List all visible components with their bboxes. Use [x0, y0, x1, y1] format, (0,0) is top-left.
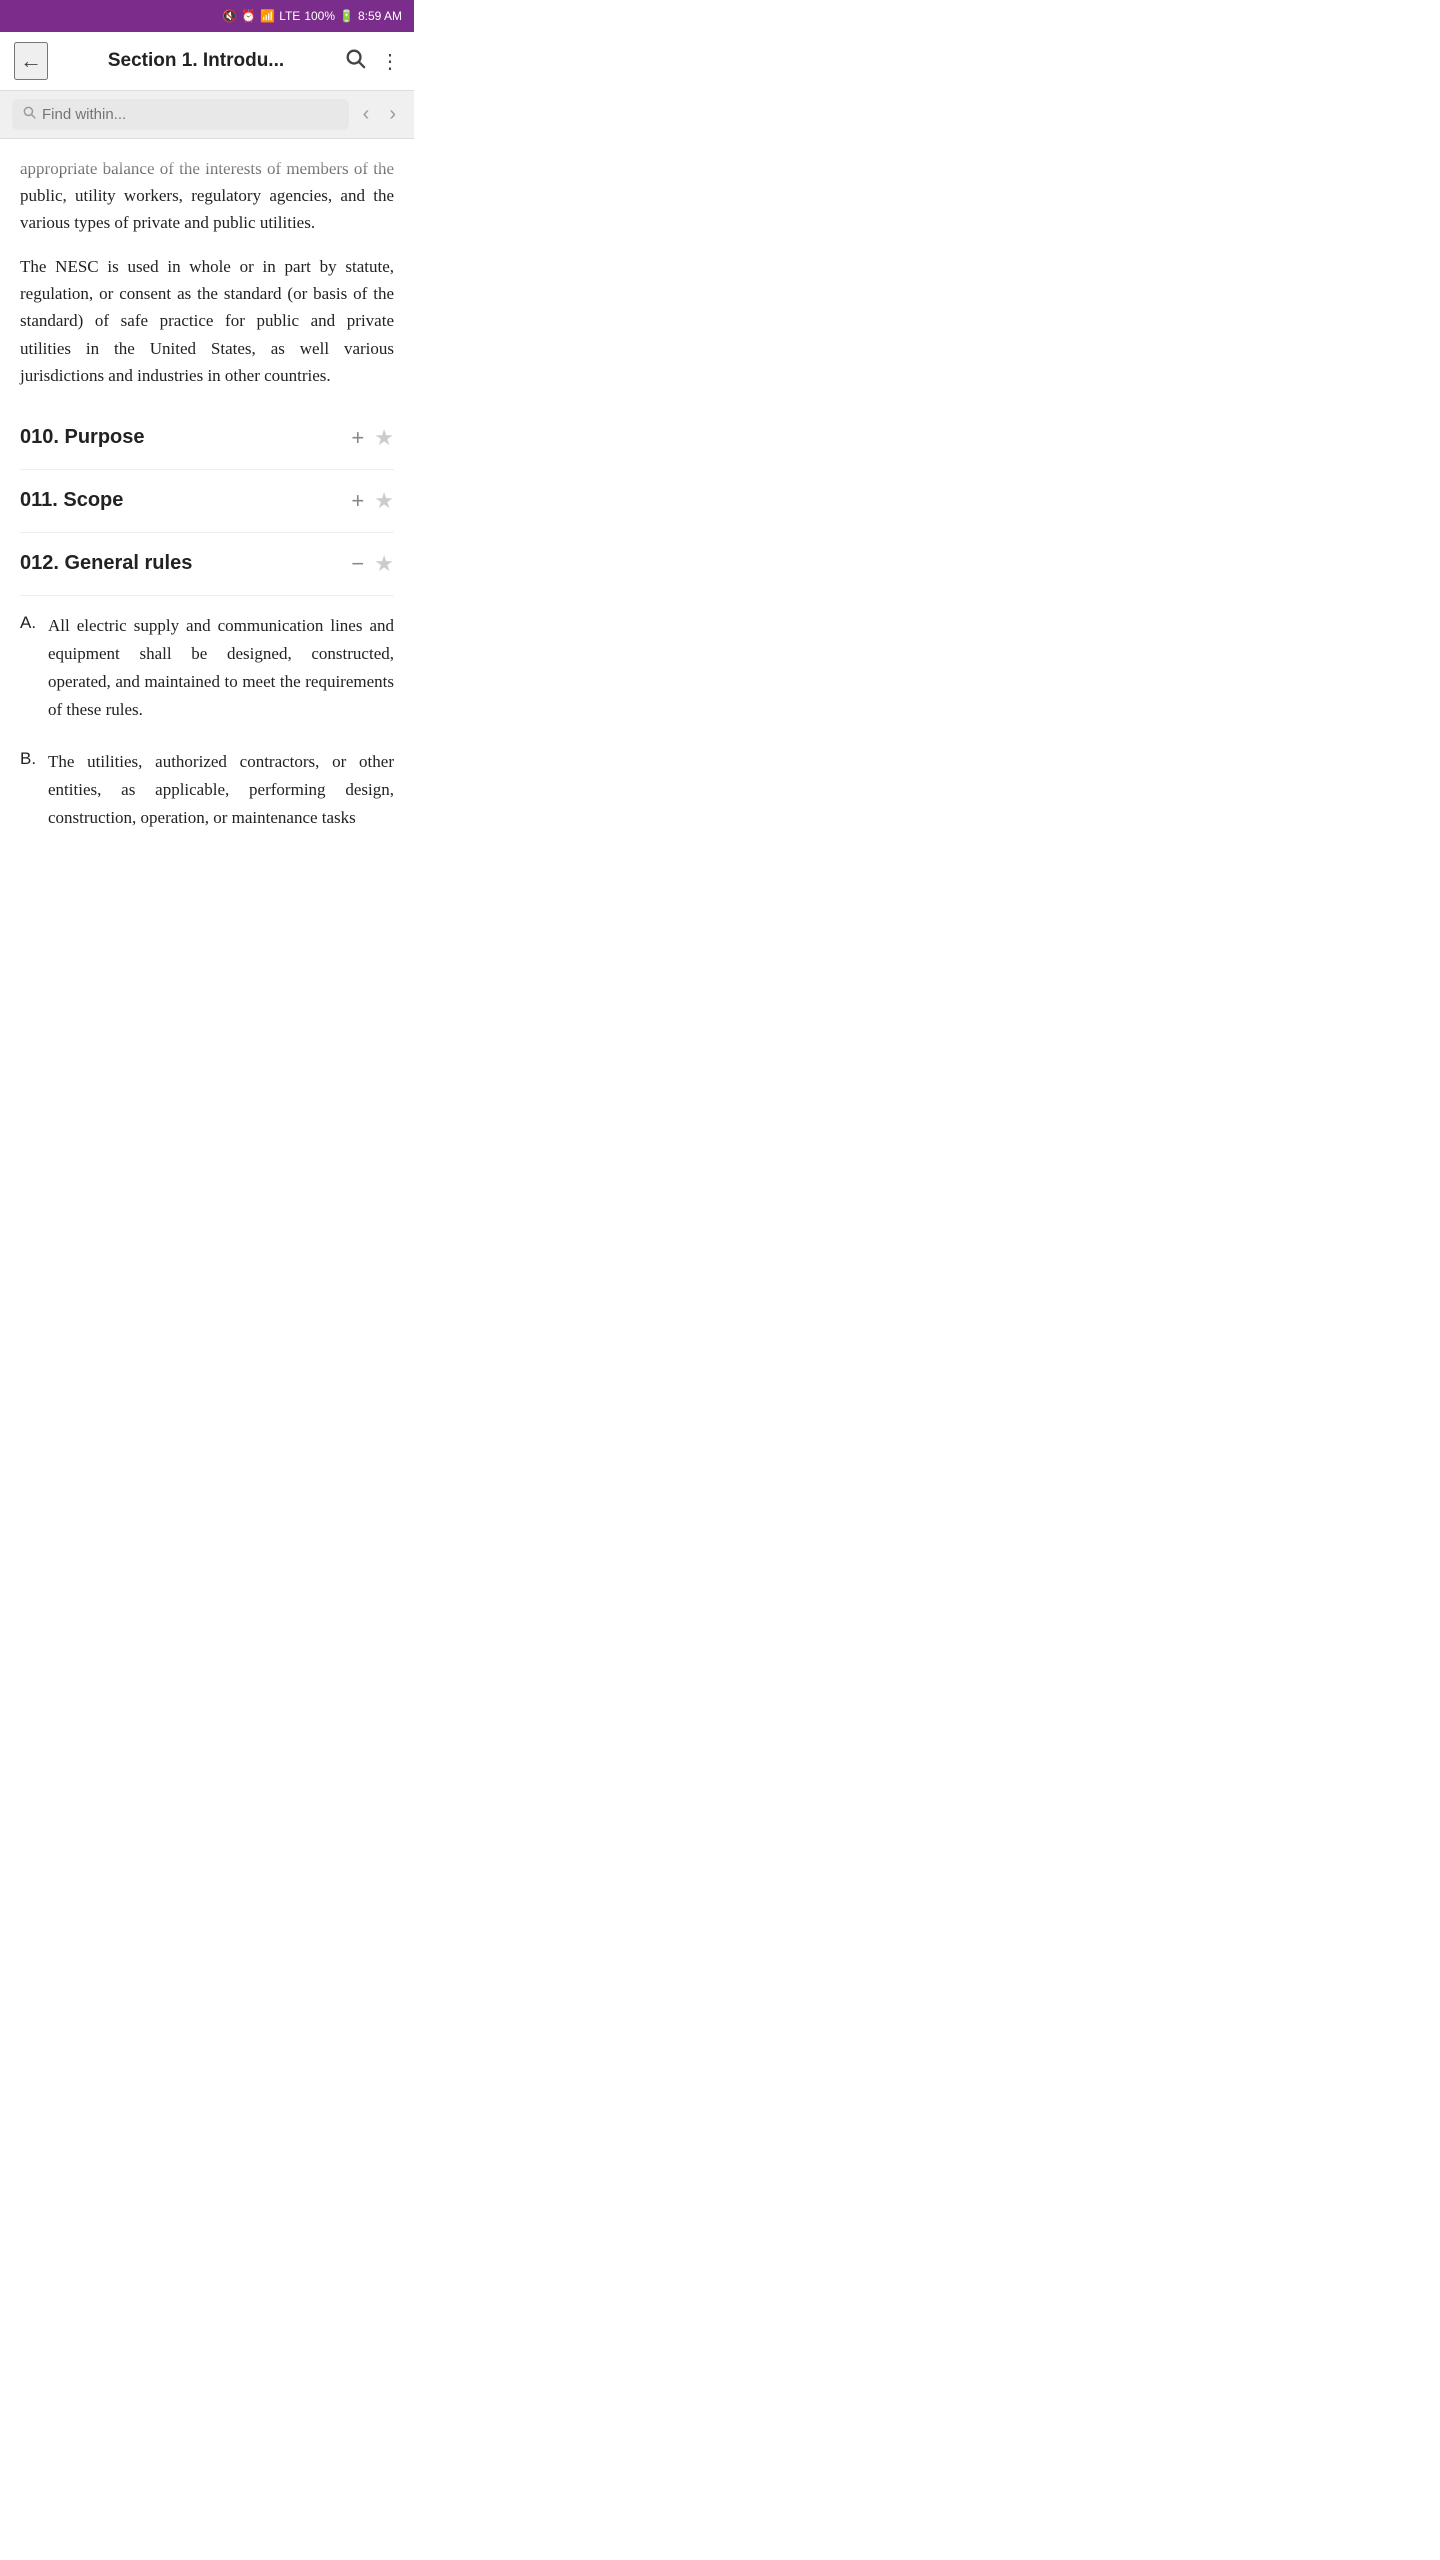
signal-icon: LTE [279, 9, 300, 23]
sub-item-a-letter: A. [20, 612, 40, 633]
second-paragraph-text: The NESC is used in whole or in part by … [20, 253, 394, 389]
search-prev-button[interactable]: ‹ [357, 99, 376, 130]
status-icons: 🔇 ⏰ 📶 LTE 100% 🔋 8:59 AM [222, 9, 402, 23]
battery-icon: 🔋 [339, 9, 354, 23]
wifi-icon: 📶 [260, 9, 275, 23]
section-010-expand-button[interactable]: + [351, 425, 364, 451]
section-011-title: 011. Scope [20, 489, 351, 512]
sub-item-a-text: All electric supply and communication li… [48, 612, 394, 724]
section-010-title: 010. Purpose [20, 426, 351, 449]
app-bar-icons: ⋮ [344, 47, 400, 75]
find-within-input-wrapper[interactable] [12, 99, 349, 130]
section-011-expand-button[interactable]: + [351, 488, 364, 514]
sub-item-b-letter: B. [20, 748, 40, 769]
bluetooth-icon: 🔇 [222, 9, 237, 23]
top-paragraph: appropriate balance of the interests of … [20, 155, 394, 235]
battery-label: 100% [304, 9, 335, 23]
second-paragraph: The NESC is used in whole or in part by … [20, 253, 394, 389]
search-button[interactable] [344, 47, 366, 75]
sub-item-a: A. All electric supply and communication… [20, 612, 394, 724]
section-011[interactable]: 011. Scope + ★ [20, 470, 394, 533]
top-paragraph-text: appropriate balance of the interests of … [20, 155, 394, 235]
section-010[interactable]: 010. Purpose + ★ [20, 407, 394, 470]
time-label: 8:59 AM [358, 9, 402, 23]
app-bar: ← Section 1. Introdu... ⋮ [0, 32, 414, 91]
page-title: Section 1. Introdu... [58, 50, 334, 72]
alarm-icon: ⏰ [241, 9, 256, 23]
section-012-expand-button[interactable]: − [351, 551, 364, 577]
sub-item-b-text: The utilities, authorized contractors, o… [48, 748, 394, 832]
sub-item-b: B. The utilities, authorized contractors… [20, 748, 394, 832]
status-bar: 🔇 ⏰ 📶 LTE 100% 🔋 8:59 AM [0, 0, 414, 32]
section-011-star-button[interactable]: ★ [374, 488, 394, 514]
search-bar: ‹ › [0, 91, 414, 139]
section-012-star-button[interactable]: ★ [374, 551, 394, 577]
find-search-icon [22, 105, 36, 124]
section-012-title: 012. General rules [20, 552, 351, 575]
search-next-button[interactable]: › [383, 99, 402, 130]
more-options-button[interactable]: ⋮ [380, 49, 400, 74]
section-012-sub-content: A. All electric supply and communication… [20, 596, 394, 864]
find-within-input[interactable] [42, 106, 339, 123]
section-012[interactable]: 012. General rules − ★ [20, 533, 394, 596]
section-010-star-button[interactable]: ★ [374, 425, 394, 451]
content-area: appropriate balance of the interests of … [0, 139, 414, 880]
back-button[interactable]: ← [14, 42, 48, 80]
